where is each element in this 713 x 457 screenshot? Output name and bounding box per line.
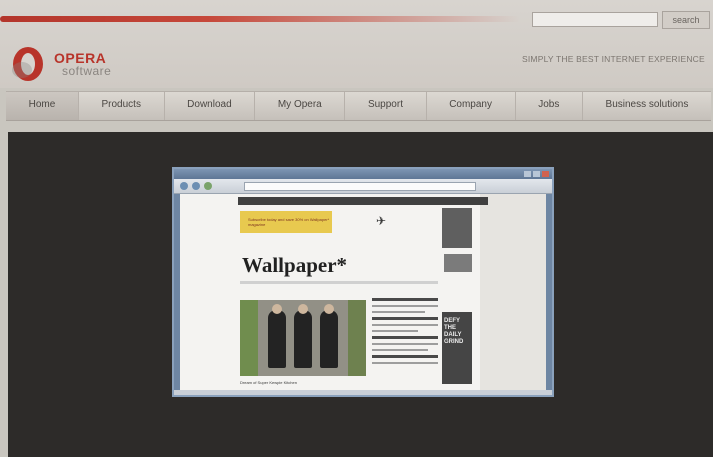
close-icon — [542, 171, 549, 177]
nav-item-jobs[interactable]: Jobs — [516, 92, 583, 120]
logo-subtitle: software — [62, 64, 112, 78]
back-icon — [180, 182, 188, 190]
forward-icon — [192, 182, 200, 190]
window-controls — [524, 171, 549, 177]
minimize-icon — [524, 171, 531, 177]
nav-item-my-opera[interactable]: My Opera — [255, 92, 346, 120]
nav-item-support[interactable]: Support — [345, 92, 427, 120]
main-navigation: Home Products Download My Opera Support … — [6, 91, 711, 121]
browser-titlebar — [174, 169, 552, 179]
browser-toolbar — [174, 179, 552, 194]
address-bar — [244, 182, 476, 191]
maximize-icon — [533, 171, 540, 177]
opera-logo[interactable]: OPERA software — [10, 42, 130, 84]
nav-item-company[interactable]: Company — [427, 92, 516, 120]
reload-icon — [204, 182, 212, 190]
opera-o-icon — [12, 47, 43, 81]
nav-item-products[interactable]: Products — [79, 92, 165, 120]
header-swoosh — [0, 16, 520, 22]
nav-item-home[interactable]: Home — [6, 92, 79, 120]
nav-item-business-solutions[interactable]: Business solutions — [583, 92, 711, 120]
tagline: SIMPLY THE BEST INTERNET EXPERIENCE — [522, 54, 705, 64]
browser-screenshot: Subscribe today and save 30% on Wallpape… — [172, 167, 554, 397]
nav-item-download[interactable]: Download — [165, 92, 256, 120]
search-button[interactable]: search — [662, 11, 710, 29]
embedded-webpage: Subscribe today and save 30% on Wallpape… — [180, 194, 546, 394]
search-input[interactable] — [532, 12, 658, 27]
browser-status-bar — [174, 390, 552, 395]
site-header: search OPERA software SIMPLY THE BEST IN… — [0, 0, 713, 88]
